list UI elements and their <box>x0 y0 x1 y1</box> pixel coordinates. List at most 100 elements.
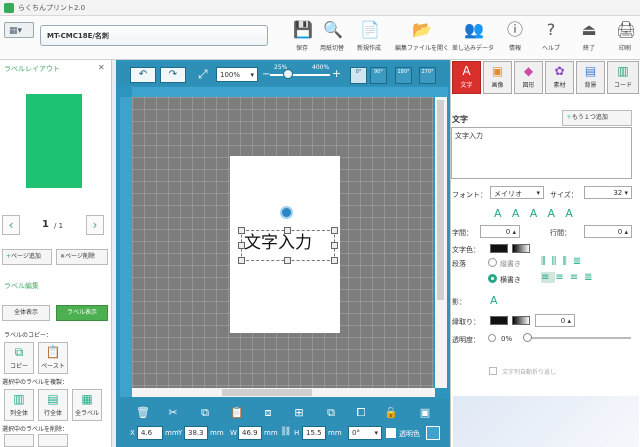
add-page-button[interactable]: +ページ追加 <box>2 249 52 265</box>
undo-button[interactable]: ↶ <box>130 67 156 83</box>
zoom-slider-thumb[interactable] <box>283 69 293 79</box>
text-input-area[interactable]: 文字入力 <box>451 127 632 179</box>
w-input[interactable]: 46.9 <box>238 426 262 440</box>
merge-data-button[interactable]: 👥 差し込みデータ <box>451 18 495 58</box>
duplicate-column-button[interactable]: ▥ 列全体 <box>4 389 34 421</box>
shadow-a-button-icon[interactable]: A <box>490 294 498 307</box>
delete-icon[interactable]: 🗑 <box>134 404 152 422</box>
next-page-button[interactable]: › <box>86 215 104 235</box>
show-all-button[interactable]: 全体表示 <box>2 305 50 321</box>
properties-icon[interactable]: ▣ <box>416 404 434 422</box>
redo-button[interactable]: ↷ <box>160 67 186 83</box>
v-align-mid-icon[interactable]: ⫼ <box>552 256 563 267</box>
outline-color-swatch[interactable] <box>490 316 508 325</box>
align-center-icon[interactable]: ≡ <box>555 272 569 283</box>
info-button[interactable]: ⓘ 情報 <box>497 18 533 58</box>
line-spacing-input[interactable]: 0 ▴ <box>584 225 632 238</box>
zoom-select[interactable]: 100% ▾ <box>216 67 258 82</box>
tab-code[interactable]: ▥ コード <box>607 61 639 94</box>
grid-menu-button[interactable]: ▦▾ <box>4 22 34 38</box>
resize-handle-bottom-right[interactable] <box>331 257 338 264</box>
transparent-checkbox[interactable] <box>386 428 396 438</box>
auto-wrap-checkbox[interactable] <box>489 367 497 375</box>
delete-column-button[interactable] <box>4 434 34 447</box>
outline-a-icon[interactable]: A <box>548 207 566 220</box>
duplicate-all-button[interactable]: ▦ 全ラベル <box>72 389 102 421</box>
char-spacing-input[interactable]: 0 ▴ <box>480 225 520 238</box>
text-gradient-swatch[interactable] <box>512 244 530 253</box>
horizontal-scroll-thumb[interactable] <box>222 389 312 396</box>
resize-handle-left[interactable] <box>238 242 245 249</box>
show-label-button[interactable]: ラベル表示 <box>56 305 108 321</box>
close-icon[interactable]: ✕ <box>98 63 105 72</box>
rotate-270-button[interactable]: 270° <box>419 67 436 84</box>
justify-icon[interactable]: ≣ <box>584 272 598 283</box>
transparency-slider-thumb[interactable] <box>523 333 532 342</box>
tab-shape[interactable]: ◆ 図形 <box>514 61 543 94</box>
italic-icon[interactable]: A <box>512 207 530 220</box>
canvas-text-object[interactable]: 文字入力 <box>244 228 312 253</box>
label-thumbnail[interactable] <box>26 94 82 188</box>
link-ratio-icon[interactable]: ⛓ <box>280 427 291 437</box>
rotate-0-button[interactable]: 0° <box>350 67 367 84</box>
x-input[interactable]: 4.6 <box>137 426 163 440</box>
resize-handle-top-right[interactable] <box>331 227 338 234</box>
resize-handle-top-left[interactable] <box>238 227 245 234</box>
paste-button[interactable]: 📋 ペースト <box>38 342 68 374</box>
print-button[interactable]: 🖨 印刷 <box>610 18 640 58</box>
size-select[interactable]: 32 ▾ <box>584 186 632 199</box>
shadow-a-icon[interactable]: A <box>565 207 583 220</box>
align-left-icon[interactable]: ≡ <box>541 272 556 283</box>
lock-icon[interactable]: 🔒 <box>382 404 400 422</box>
tab-material[interactable]: ✿ 素材 <box>545 61 574 94</box>
resize-handle-top[interactable] <box>284 227 291 234</box>
add-more-button[interactable]: ＋もう１つ追加 <box>562 110 632 126</box>
exit-button[interactable]: ⏏ 終了 <box>572 18 606 58</box>
text-color-swatch[interactable] <box>490 244 508 253</box>
tab-text[interactable]: A 文字 <box>452 61 481 94</box>
bold-icon[interactable]: A <box>494 207 512 220</box>
outline-gradient-swatch[interactable] <box>512 316 530 325</box>
horizontal-radio[interactable] <box>488 274 497 283</box>
new-file-button[interactable]: 📄 新規作成 <box>349 18 389 58</box>
v-justify-icon[interactable]: ≣ <box>573 256 587 267</box>
transparent-color-swatch[interactable] <box>426 426 440 440</box>
paste-object-icon[interactable]: 📋 <box>228 404 246 422</box>
rotate-90-button[interactable]: 90° <box>370 67 387 84</box>
open-file-button[interactable]: 📂 編集ファイルを開く <box>395 18 449 58</box>
bring-front-icon[interactable]: ⧉ <box>322 404 340 422</box>
prev-page-button[interactable]: ‹ <box>2 215 20 235</box>
copy-object-icon[interactable]: ⧉ <box>196 404 214 422</box>
resize-handle-bottom[interactable] <box>284 257 291 264</box>
v-align-top-icon[interactable]: ⫼ <box>541 256 552 267</box>
y-input[interactable]: 38.3 <box>184 426 208 440</box>
paper-switch-button[interactable]: 🔍 用紙切替 <box>312 18 352 58</box>
underline-icon[interactable]: A <box>530 207 548 220</box>
send-back-icon[interactable]: ⧠ <box>352 404 370 422</box>
vertical-scroll-thumb[interactable] <box>437 100 444 300</box>
transparency-slider[interactable] <box>523 337 631 339</box>
tab-image[interactable]: ▣ 画像 <box>483 61 512 94</box>
font-select[interactable]: メイリオ ▾ <box>490 186 544 199</box>
cut-icon[interactable]: ✂ <box>164 404 182 422</box>
vertical-radio[interactable] <box>488 258 497 267</box>
zoom-slider[interactable] <box>270 74 330 76</box>
duplicate-row-button[interactable]: ▤ 行全体 <box>38 389 68 421</box>
v-align-bottom-icon[interactable]: ⫼ <box>562 256 573 267</box>
rotate-180-button[interactable]: 180° <box>395 67 412 84</box>
delete-row-button[interactable] <box>38 434 68 447</box>
help-button[interactable]: ? ヘルプ <box>533 18 569 58</box>
resize-handle-bottom-left[interactable] <box>238 257 245 264</box>
outline-width-input[interactable]: 0 ▴ <box>535 314 575 327</box>
delete-page-button[interactable]: ✕ページ削除 <box>56 249 108 265</box>
h-input[interactable]: 15.5 <box>302 426 326 440</box>
transparency-toggle[interactable] <box>488 334 496 342</box>
rotation-select[interactable]: 0° ▾ <box>348 426 382 440</box>
align-right-icon[interactable]: ≡ <box>570 272 584 283</box>
align-icon[interactable]: ⊞ <box>290 404 308 422</box>
tab-background[interactable]: ▤ 背景 <box>576 61 605 94</box>
rotate-handle-icon[interactable] <box>280 206 293 219</box>
zoom-in-icon[interactable]: + <box>332 67 341 80</box>
copy-button[interactable]: ⧉ コピー <box>4 342 34 374</box>
resize-handle-right[interactable] <box>331 242 338 249</box>
